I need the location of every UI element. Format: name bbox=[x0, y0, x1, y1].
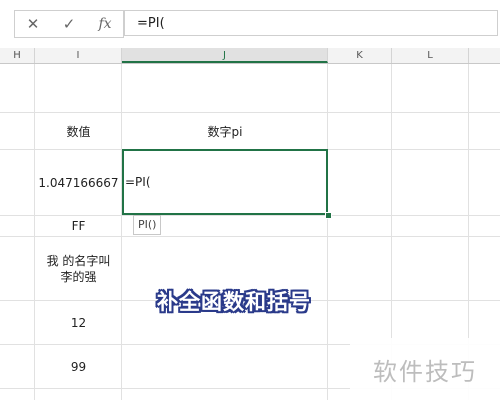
fill-handle[interactable] bbox=[325, 212, 332, 219]
cell-j-header[interactable]: 数字pi bbox=[122, 113, 328, 149]
cell-i-header[interactable]: 数值 bbox=[35, 113, 122, 149]
formula-bar-buttons: ✕ ✓ fx bbox=[14, 10, 124, 38]
cell-i-row5[interactable]: 12 bbox=[35, 301, 122, 344]
column-headers: H I J K L bbox=[0, 48, 500, 64]
cell-i-row4[interactable]: 我 的名字叫李的强 bbox=[35, 237, 122, 300]
cell-i-row6[interactable]: 99 bbox=[35, 345, 122, 388]
function-tooltip: PI() bbox=[133, 215, 162, 235]
active-cell[interactable]: =PI( bbox=[122, 149, 328, 215]
column-header-i[interactable]: I bbox=[35, 48, 122, 63]
cell-i-row2[interactable]: 1.047166667 bbox=[35, 150, 122, 215]
formula-bar: ✕ ✓ fx =PI( bbox=[0, 0, 500, 49]
watermark: 软件技巧 bbox=[350, 338, 500, 400]
column-header-k[interactable]: K bbox=[328, 48, 392, 63]
column-header-l[interactable]: L bbox=[392, 48, 469, 63]
column-header-h[interactable]: H bbox=[0, 48, 35, 63]
cell-i-row3[interactable]: FF bbox=[35, 216, 122, 236]
cancel-icon[interactable]: ✕ bbox=[19, 15, 47, 33]
column-header-j[interactable]: J bbox=[122, 48, 328, 63]
enter-icon[interactable]: ✓ bbox=[55, 15, 83, 33]
insert-function-icon[interactable]: fx bbox=[91, 16, 119, 32]
overlay-caption: 补全函数和括号 bbox=[157, 290, 311, 314]
formula-input[interactable]: =PI( bbox=[124, 10, 498, 36]
